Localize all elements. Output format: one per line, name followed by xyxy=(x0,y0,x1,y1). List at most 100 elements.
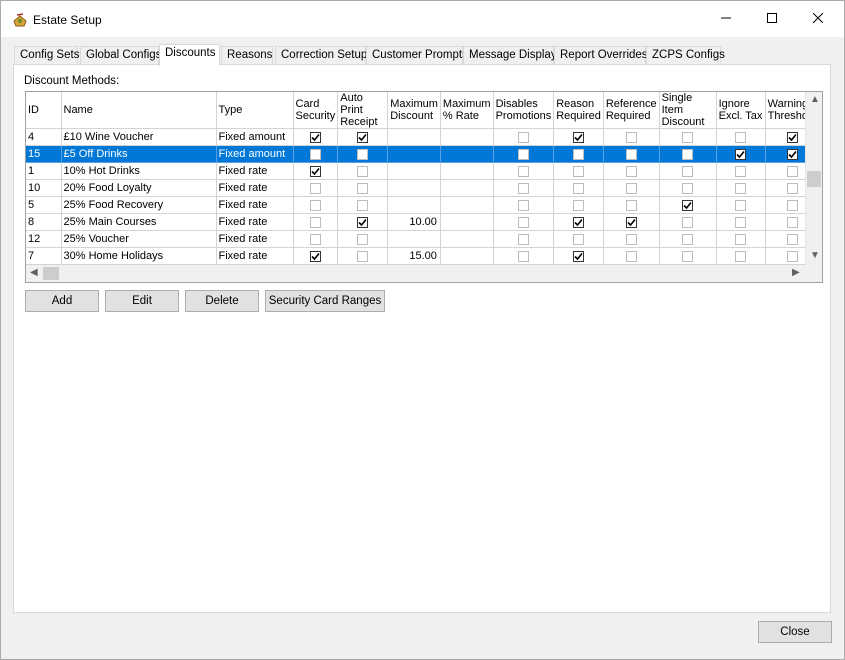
column-header[interactable]: Name xyxy=(61,92,217,129)
maximize-button[interactable] xyxy=(749,1,795,37)
checkbox[interactable] xyxy=(625,165,637,177)
column-header[interactable]: Reference Required xyxy=(603,92,660,129)
checkbox[interactable] xyxy=(735,199,747,211)
edit-button[interactable]: Edit xyxy=(105,290,179,312)
discount-methods-grid[interactable]: ID Name Type Card Security Auto Print Receip… xyxy=(25,91,823,283)
checkbox[interactable] xyxy=(735,250,747,262)
checkbox[interactable] xyxy=(682,233,694,245)
table-row[interactable]: 4 £10 Wine Voucher Fixed amount xyxy=(26,128,820,146)
checkbox[interactable] xyxy=(625,182,637,194)
checkbox[interactable] xyxy=(786,182,798,194)
checkbox[interactable] xyxy=(517,148,529,160)
horizontal-scrollbar[interactable]: ◀ ▶ xyxy=(26,265,822,282)
checkbox[interactable] xyxy=(786,148,798,160)
tab-discounts[interactable]: Discounts xyxy=(159,44,220,66)
checkbox[interactable] xyxy=(682,199,694,211)
table-row[interactable]: 10 20% Food Loyalty Fixed rate xyxy=(26,179,820,197)
checkbox[interactable] xyxy=(573,165,585,177)
tab-zcps-configs[interactable]: ZCPS Configs xyxy=(646,46,725,65)
checkbox[interactable] xyxy=(573,233,585,245)
checkbox[interactable] xyxy=(735,233,747,245)
tab-report-overrides[interactable]: Report Overrides xyxy=(554,46,648,65)
checkbox[interactable] xyxy=(309,148,321,160)
checkbox[interactable] xyxy=(735,148,747,160)
checkbox[interactable] xyxy=(625,131,637,143)
checkbox[interactable] xyxy=(573,250,585,262)
checkbox[interactable] xyxy=(517,233,529,245)
add-button[interactable]: Add xyxy=(25,290,99,312)
checkbox[interactable] xyxy=(309,165,321,177)
checkbox[interactable] xyxy=(309,182,321,194)
column-header[interactable]: Single Item Discount xyxy=(659,92,717,129)
checkbox[interactable] xyxy=(625,233,637,245)
checkbox[interactable] xyxy=(357,148,369,160)
delete-button[interactable]: Delete xyxy=(185,290,259,312)
column-header[interactable]: Card Security xyxy=(293,92,339,129)
checkbox[interactable] xyxy=(573,216,585,228)
checkbox[interactable] xyxy=(682,250,694,262)
checkbox[interactable] xyxy=(357,165,369,177)
checkbox[interactable] xyxy=(573,148,585,160)
checkbox[interactable] xyxy=(517,165,529,177)
checkbox[interactable] xyxy=(625,148,637,160)
checkbox[interactable] xyxy=(517,182,529,194)
window-close-button[interactable] xyxy=(795,1,841,37)
tab-message-display[interactable]: Message Display xyxy=(463,46,557,65)
checkbox[interactable] xyxy=(625,199,637,211)
table-row[interactable]: 12 25% Voucher Fixed rate xyxy=(26,230,820,248)
table-row[interactable]: 8 25% Main Courses Fixed rate 10.00 xyxy=(26,213,820,231)
column-header[interactable]: Disables Promotions xyxy=(493,92,555,129)
checkbox[interactable] xyxy=(309,199,321,211)
checkbox[interactable] xyxy=(682,182,694,194)
checkbox[interactable] xyxy=(517,216,529,228)
tab-correction-setup[interactable]: Correction Setup xyxy=(275,46,367,65)
checkbox[interactable] xyxy=(357,233,369,245)
checkbox[interactable] xyxy=(682,131,694,143)
checkbox[interactable] xyxy=(786,216,798,228)
checkbox[interactable] xyxy=(357,199,369,211)
column-header[interactable]: ID xyxy=(26,92,62,129)
scroll-right-icon[interactable]: ▶ xyxy=(792,267,800,278)
table-row[interactable]: 1 10% Hot Drinks Fixed rate xyxy=(26,162,820,180)
checkbox[interactable] xyxy=(309,131,321,143)
column-header[interactable]: Maximum Discount xyxy=(387,92,441,129)
tab-global-configs[interactable]: Global Configs xyxy=(80,46,161,65)
security-card-ranges-button[interactable]: Security Card Ranges xyxy=(265,290,385,312)
close-button[interactable]: Close xyxy=(758,621,832,643)
checkbox[interactable] xyxy=(517,131,529,143)
checkbox[interactable] xyxy=(517,199,529,211)
checkbox[interactable] xyxy=(682,148,694,160)
checkbox[interactable] xyxy=(573,182,585,194)
checkbox[interactable] xyxy=(625,250,637,262)
checkbox[interactable] xyxy=(735,182,747,194)
checkbox[interactable] xyxy=(357,250,369,262)
checkbox[interactable] xyxy=(573,131,585,143)
checkbox[interactable] xyxy=(786,131,798,143)
checkbox[interactable] xyxy=(357,182,369,194)
tab-reasons[interactable]: Reasons xyxy=(221,46,273,65)
checkbox[interactable] xyxy=(735,165,747,177)
checkbox[interactable] xyxy=(682,216,694,228)
scroll-up-icon[interactable]: ▲ xyxy=(810,94,820,105)
scroll-left-icon[interactable]: ◀ xyxy=(30,267,38,278)
column-header[interactable]: Maximum % Rate xyxy=(440,92,494,129)
table-row[interactable]: 5 25% Food Recovery Fixed rate xyxy=(26,196,820,214)
minimize-button[interactable] xyxy=(703,1,749,37)
checkbox[interactable] xyxy=(357,216,369,228)
vertical-scroll-thumb[interactable] xyxy=(807,171,821,187)
vertical-scrollbar[interactable]: ▲ ▼ xyxy=(805,92,822,265)
checkbox[interactable] xyxy=(357,131,369,143)
tab-config-sets[interactable]: Config Sets xyxy=(14,46,79,65)
checkbox[interactable] xyxy=(625,216,637,228)
checkbox[interactable] xyxy=(309,233,321,245)
checkbox[interactable] xyxy=(573,199,585,211)
tab-customer-prompts[interactable]: Customer Prompts xyxy=(366,46,468,65)
column-header[interactable]: Ignore Excl. Tax xyxy=(716,92,766,129)
checkbox[interactable] xyxy=(309,216,321,228)
checkbox[interactable] xyxy=(735,216,747,228)
scroll-down-icon[interactable]: ▼ xyxy=(810,250,820,261)
checkbox[interactable] xyxy=(517,250,529,262)
checkbox[interactable] xyxy=(786,199,798,211)
checkbox[interactable] xyxy=(786,250,798,262)
column-header[interactable]: Auto Print Receipt xyxy=(337,92,389,129)
